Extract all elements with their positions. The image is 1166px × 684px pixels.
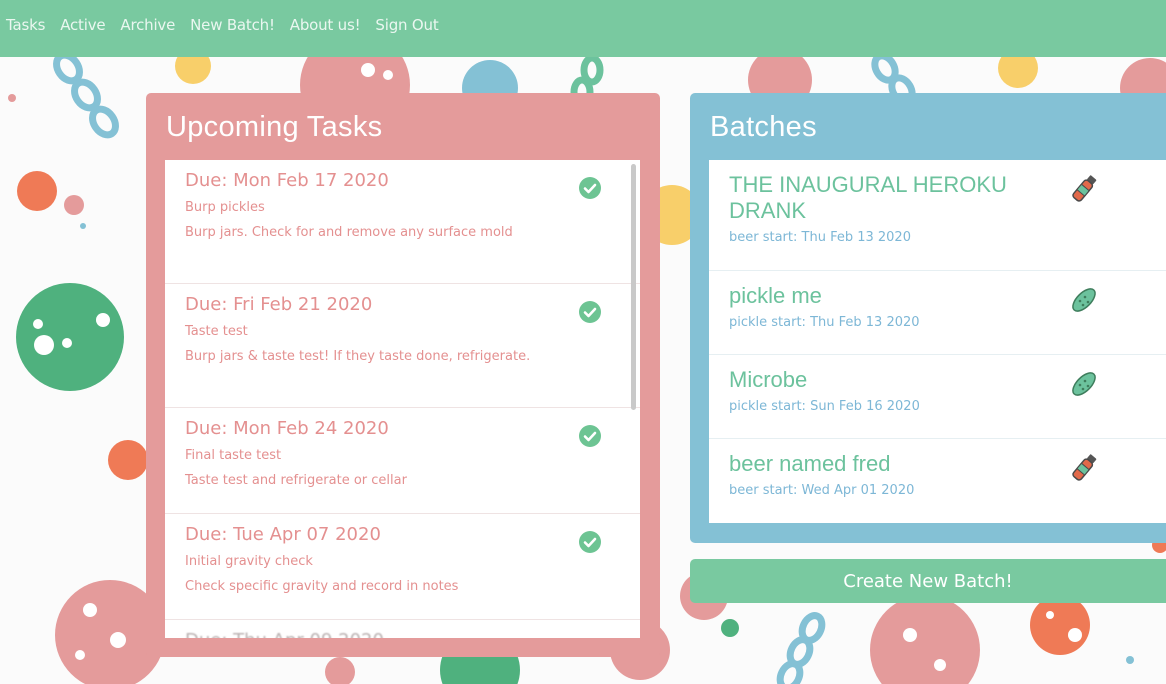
top-nav: Tasks Active Archive New Batch! About us… — [0, 0, 1166, 57]
batch-start-date: pickle start: Sun Feb 16 2020 — [729, 399, 920, 414]
batch-start-date: beer start: Thu Feb 13 2020 — [729, 230, 911, 245]
task-item: Due: Tue Apr 07 2020 Initial gravity che… — [165, 514, 640, 620]
nav-sign-out-link[interactable]: Sign Out — [375, 16, 438, 34]
task-item: Due: Fri Feb 21 2020 Taste test Burp jar… — [165, 284, 640, 408]
pickle-icon — [1072, 372, 1096, 396]
task-name: Initial gravity check — [185, 554, 313, 569]
batch-item[interactable]: pickle me pickle start: Thu Feb 13 2020 — [709, 271, 1166, 355]
nav-tasks-link[interactable]: Tasks — [6, 16, 45, 34]
batch-name[interactable]: THE INAUGURAL HEROKU DRANK — [729, 172, 1059, 224]
upcoming-tasks-panel: Upcoming Tasks Due: Mon Feb 17 2020 Burp… — [146, 93, 660, 657]
batches-list: THE INAUGURAL HEROKU DRANK beer start: T… — [709, 160, 1166, 523]
batches-title: Batches — [710, 111, 817, 143]
task-name: Taste test — [185, 324, 248, 339]
task-due-date: Due: Mon Feb 24 2020 — [185, 418, 389, 439]
task-name: Final taste test — [185, 448, 282, 463]
task-due-date: Due: Mon Feb 17 2020 — [185, 170, 389, 191]
nav-new-batch-link[interactable]: New Batch! — [190, 16, 275, 34]
tasks-scrollbar[interactable] — [631, 164, 636, 410]
batch-item[interactable]: beer named fred beer start: Wed Apr 01 2… — [709, 439, 1166, 523]
task-description: Taste test and refrigerate or cellar — [185, 473, 407, 488]
task-description: Check specific gravity and record in not… — [185, 579, 459, 594]
batch-item[interactable]: Microbe pickle start: Sun Feb 16 2020 — [709, 355, 1166, 439]
batch-name[interactable]: pickle me — [729, 283, 1059, 309]
task-item: Due: Mon Feb 17 2020 Burp pickles Burp j… — [165, 160, 640, 284]
batches-panel: Batches THE INAUGURAL HEROKU DRANK beer … — [690, 93, 1166, 543]
batch-name[interactable]: beer named fred — [729, 451, 1059, 477]
task-item: Due: Mon Feb 24 2020 Final taste test Ta… — [165, 408, 640, 514]
task-due-date: Due: Fri Feb 21 2020 — [185, 294, 373, 315]
batch-start-date: beer start: Wed Apr 01 2020 — [729, 483, 915, 498]
task-due-date: Due: Thu Apr 09 2020 — [185, 630, 640, 638]
complete-check-icon[interactable] — [579, 531, 601, 553]
beer-bottle-icon — [1072, 175, 1097, 202]
tasks-list[interactable]: Due: Mon Feb 17 2020 Burp pickles Burp j… — [165, 160, 640, 638]
complete-check-icon[interactable] — [579, 425, 601, 447]
batch-item[interactable]: THE INAUGURAL HEROKU DRANK beer start: T… — [709, 160, 1166, 271]
beer-bottle-icon — [1072, 454, 1097, 481]
create-new-batch-button[interactable]: Create New Batch! — [690, 559, 1166, 603]
task-name: Burp pickles — [185, 200, 265, 215]
nav-active-link[interactable]: Active — [60, 16, 105, 34]
batch-start-date: pickle start: Thu Feb 13 2020 — [729, 315, 920, 330]
pickle-icon — [1072, 288, 1096, 312]
task-due-date: Due: Tue Apr 07 2020 — [185, 524, 381, 545]
nav-about-link[interactable]: About us! — [290, 16, 361, 34]
nav-archive-link[interactable]: Archive — [120, 16, 175, 34]
upcoming-tasks-title: Upcoming Tasks — [166, 111, 383, 143]
complete-check-icon[interactable] — [579, 177, 601, 199]
task-item: Due: Thu Apr 09 2020 — [165, 620, 640, 638]
complete-check-icon[interactable] — [579, 301, 601, 323]
task-description: Burp jars & taste test! If they taste do… — [185, 349, 531, 364]
batch-name[interactable]: Microbe — [729, 367, 1059, 393]
task-description: Burp jars. Check for and remove any surf… — [185, 225, 513, 240]
